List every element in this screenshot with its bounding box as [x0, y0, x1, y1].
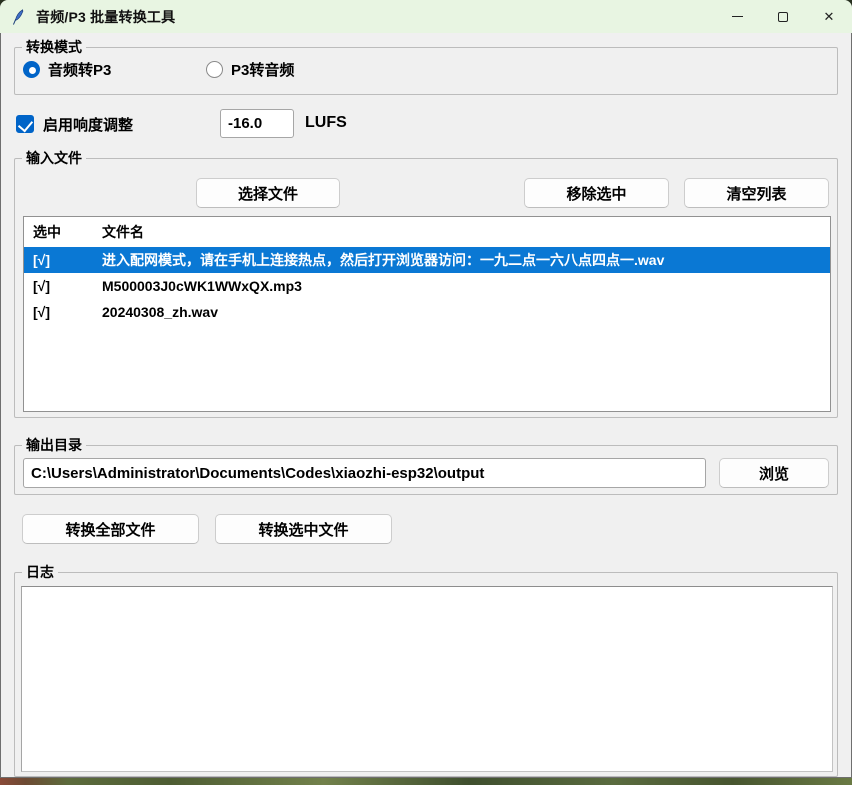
tk-feather-icon [11, 9, 27, 25]
convert-selected-button[interactable]: 转换选中文件 [215, 514, 392, 544]
close-icon: ✕ [824, 10, 835, 23]
convert-all-button[interactable]: 转换全部文件 [22, 514, 199, 544]
row-checked-cell: [√] [24, 278, 102, 294]
remove-selected-button[interactable]: 移除选中 [524, 178, 669, 208]
clear-list-button[interactable]: 清空列表 [684, 178, 829, 208]
select-files-button[interactable]: 选择文件 [196, 178, 340, 208]
row-filename-cell: 20240308_zh.wav [102, 304, 830, 320]
row-filename-cell: M500003J0cWK1WWxQX.mp3 [102, 278, 830, 294]
input-files-group: 输入文件 选择文件 移除选中 清空列表 选中 文件名 [√] 进入配网模式，请在… [14, 158, 838, 418]
radio-audio-to-p3[interactable]: 音频转P3 [23, 59, 111, 80]
log-textarea[interactable] [21, 586, 833, 772]
log-group-label: 日志 [22, 563, 58, 581]
table-row[interactable]: [√] M500003J0cWK1WWxQX.mp3 [24, 273, 830, 299]
radio-selected-icon [23, 61, 40, 78]
output-directory-group: 输出目录 浏览 [14, 445, 838, 495]
window-title: 音频/P3 批量转换工具 [36, 7, 175, 27]
column-header-checked[interactable]: 选中 [24, 222, 102, 242]
conversion-mode-group: 转换模式 音频转P3 P3转音频 [14, 47, 838, 95]
minimize-icon [732, 16, 743, 17]
output-path-input[interactable] [23, 458, 706, 488]
window-controls: ✕ [714, 0, 852, 33]
app-window: 音频/P3 批量转换工具 ✕ 转换模式 音频转P3 P3转音频 启用响度调整 [0, 0, 852, 778]
title-bar: 音频/P3 批量转换工具 ✕ [0, 0, 852, 33]
radio-unselected-icon [206, 61, 223, 78]
loudness-value-input[interactable] [220, 109, 294, 138]
input-files-group-label: 输入文件 [22, 149, 86, 167]
browse-button[interactable]: 浏览 [719, 458, 829, 488]
loudness-checkbox[interactable] [16, 115, 34, 133]
close-button[interactable]: ✕ [806, 0, 852, 33]
loudness-checkbox-label: 启用响度调整 [43, 114, 133, 135]
desktop-background-strip [0, 778, 852, 785]
lufs-unit-label: LUFS [305, 114, 347, 132]
table-row[interactable]: [√] 进入配网模式，请在手机上连接热点，然后打开浏览器访问：一九二点一六八点四… [24, 247, 830, 273]
row-checked-cell: [√] [24, 252, 102, 268]
column-header-filename[interactable]: 文件名 [102, 222, 830, 242]
maximize-icon [778, 12, 788, 22]
output-directory-group-label: 输出目录 [22, 436, 86, 454]
radio-audio-to-p3-label: 音频转P3 [48, 59, 111, 80]
maximize-button[interactable] [760, 0, 806, 33]
file-list-table: 选中 文件名 [√] 进入配网模式，请在手机上连接热点，然后打开浏览器访问：一九… [23, 216, 831, 412]
radio-p3-to-audio[interactable]: P3转音频 [206, 59, 294, 80]
log-group: 日志 [14, 572, 838, 777]
row-filename-cell: 进入配网模式，请在手机上连接热点，然后打开浏览器访问：一九二点一六八点四点一.w… [102, 250, 830, 270]
table-header-row: 选中 文件名 [24, 217, 830, 247]
conversion-mode-group-label: 转换模式 [22, 38, 86, 56]
radio-p3-to-audio-label: P3转音频 [231, 59, 294, 80]
loudness-row: 启用响度调整 [16, 110, 133, 138]
table-row[interactable]: [√] 20240308_zh.wav [24, 299, 830, 325]
row-checked-cell: [√] [24, 304, 102, 320]
minimize-button[interactable] [714, 0, 760, 33]
